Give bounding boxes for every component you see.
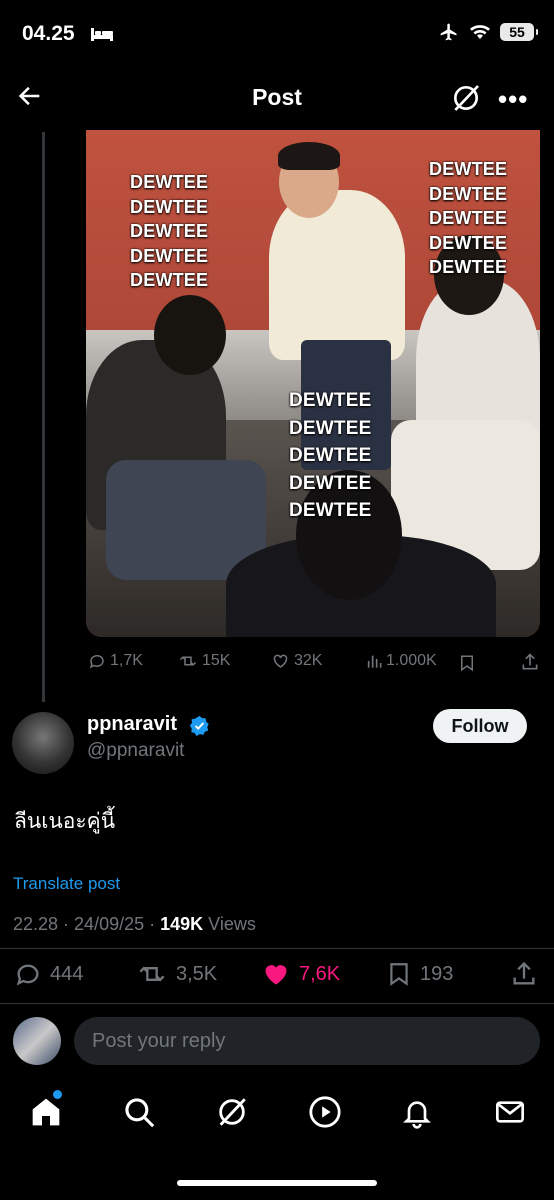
- thread-line: [42, 132, 45, 702]
- post-image[interactable]: DEWTEE DEWTEE DEWTEE DEWTEE DEWTEE DEWTE…: [86, 130, 540, 637]
- video-icon[interactable]: [308, 1095, 342, 1129]
- image-caption-left: DEWTEE DEWTEE DEWTEE DEWTEE DEWTEE: [130, 172, 209, 290]
- home-icon[interactable]: [30, 1095, 62, 1129]
- author-avatar[interactable]: [12, 712, 74, 774]
- heart-icon: [273, 654, 288, 668]
- image-caption-center: DEWTEE DEWTEE DEWTEE DEWTEE DEWTEE: [289, 390, 372, 521]
- bookmark-icon: [390, 963, 408, 986]
- parent-views-count: 1.000K: [386, 652, 437, 669]
- parent-repost-button[interactable]: 15K: [178, 652, 230, 670]
- home-indicator: [177, 1180, 377, 1186]
- battery-indicator: 55: [500, 23, 538, 41]
- status-icons: 55: [438, 22, 538, 42]
- bed-icon: [91, 28, 113, 41]
- like-count: 7,6K: [299, 962, 341, 985]
- reply-button[interactable]: 444: [14, 960, 83, 988]
- views-icon: [367, 655, 382, 668]
- my-avatar[interactable]: [13, 1017, 61, 1065]
- wifi-icon: [470, 25, 490, 39]
- status-time: 04.25: [22, 22, 75, 45]
- heart-filled-icon: [265, 965, 287, 985]
- post-date: 24/09/25: [74, 914, 145, 934]
- parent-reply-button[interactable]: 1,7K: [88, 652, 143, 670]
- author-display-name[interactable]: ppnaravit: [87, 713, 177, 736]
- messages-icon[interactable]: [494, 1095, 526, 1129]
- reply-count: 444: [50, 962, 84, 985]
- image-caption-right: DEWTEE DEWTEE DEWTEE DEWTEE DEWTEE: [429, 159, 508, 277]
- more-options-icon[interactable]: •••: [498, 84, 528, 115]
- repost-button[interactable]: 3,5K: [136, 960, 217, 988]
- parent-like-count: 32K: [294, 652, 323, 669]
- grok-icon[interactable]: [215, 1095, 249, 1129]
- parent-repost-count: 15K: [202, 652, 231, 669]
- divider: [0, 1003, 554, 1004]
- notification-dot: [53, 1090, 62, 1099]
- bookmark-count: 193: [420, 962, 454, 985]
- repost-count: 3,5K: [176, 962, 218, 985]
- search-icon[interactable]: [122, 1095, 156, 1129]
- post-views-count: 149K: [160, 914, 204, 934]
- parent-like-button[interactable]: 32K: [271, 652, 322, 670]
- reply-input[interactable]: Post your reply: [74, 1017, 540, 1065]
- grok-icon[interactable]: [450, 82, 482, 114]
- parent-share-icon[interactable]: [520, 652, 540, 672]
- author-handle[interactable]: @ppnaravit: [87, 740, 184, 762]
- reply-icon: [89, 654, 104, 669]
- reply-icon: [16, 964, 39, 986]
- parent-reply-count: 1,7K: [110, 652, 143, 669]
- parent-bookmark-icon[interactable]: [458, 653, 476, 673]
- post-views-label: Views: [208, 914, 256, 934]
- follow-button[interactable]: Follow: [433, 709, 527, 743]
- translate-post-link[interactable]: Translate post: [13, 874, 120, 894]
- repost-icon: [179, 656, 197, 666]
- post-time: 22.28: [13, 914, 59, 934]
- like-button[interactable]: 7,6K: [261, 960, 340, 988]
- verified-badge-icon: [189, 715, 209, 736]
- divider: [0, 948, 554, 949]
- parent-views[interactable]: 1.000K: [366, 652, 437, 670]
- notifications-bell-icon[interactable]: [401, 1095, 433, 1129]
- post-text: ลีนเนอะคู่นี้: [14, 810, 116, 833]
- airplane-icon: [440, 23, 457, 41]
- repost-icon: [139, 966, 165, 982]
- bookmark-button[interactable]: 193: [386, 960, 453, 988]
- share-icon[interactable]: [510, 960, 538, 988]
- post-meta: 22.28 · 24/09/25 · 149K Views: [13, 914, 256, 934]
